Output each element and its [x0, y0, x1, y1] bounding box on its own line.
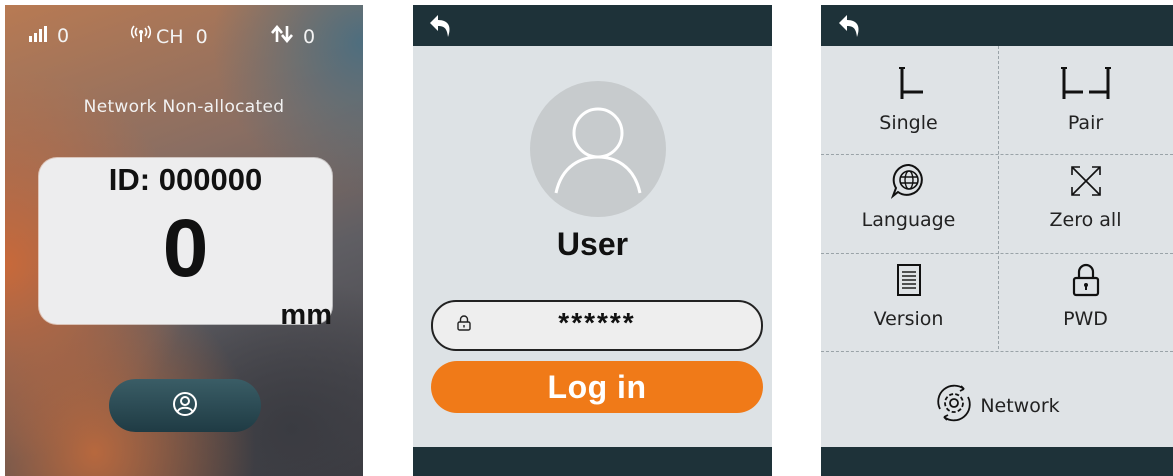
- lock-icon: [1072, 260, 1100, 300]
- measurement-screen: 0 CH 0 0 Network Non-allocated ID: 00000…: [5, 5, 363, 476]
- menu-item-language[interactable]: Language: [821, 155, 996, 254]
- device-id-value: 000000: [158, 162, 263, 197]
- menu-item-pwd[interactable]: PWD: [998, 254, 1173, 353]
- channel-status: CH 0: [130, 25, 208, 48]
- bottom-bar: [821, 447, 1173, 476]
- device-id-label: ID:: [108, 162, 151, 197]
- up-down-arrows-icon: [271, 24, 293, 48]
- login-screen: User ****** Log in: [413, 5, 772, 476]
- top-bar: [413, 5, 772, 46]
- bottom-bar: [413, 447, 772, 476]
- broadcast-icon: [130, 25, 152, 48]
- network-status-message: Network Non-allocated: [83, 97, 285, 117]
- document-icon: [896, 260, 922, 300]
- back-icon[interactable]: [426, 11, 456, 41]
- expand-arrows-icon: [1068, 161, 1104, 201]
- back-icon[interactable]: [835, 11, 865, 41]
- pair-gauge-icon: [1058, 64, 1114, 104]
- avatar: [530, 81, 666, 217]
- menu-label-pwd: PWD: [1063, 308, 1108, 330]
- measurement-value: 0: [162, 203, 209, 294]
- password-value: ******: [558, 307, 636, 338]
- user-icon: [172, 391, 198, 421]
- traffic-value: 0: [303, 25, 316, 48]
- menu-item-pair[interactable]: Pair: [998, 52, 1173, 151]
- user-silhouette-icon: [554, 107, 642, 194]
- username-label: User: [556, 226, 629, 262]
- signal-icon: [29, 25, 47, 47]
- menu-label-version: Version: [873, 308, 944, 330]
- globe-chat-icon: [890, 161, 927, 201]
- menu-item-version[interactable]: Version: [821, 254, 996, 353]
- menu-label-pair: Pair: [1067, 112, 1104, 134]
- user-login-button[interactable]: [109, 379, 261, 432]
- measurement-card: ID: 000000 0 mm: [39, 158, 332, 331]
- single-gauge-icon: [893, 64, 925, 104]
- divider: [998, 46, 999, 349]
- menu-item-zero-all[interactable]: Zero all: [998, 155, 1173, 254]
- menu-label-single: Single: [879, 112, 938, 134]
- device-id: ID: 000000: [39, 162, 332, 198]
- menu-item-network[interactable]: Network: [821, 383, 1173, 428]
- menu-label-language: Language: [861, 209, 956, 231]
- menu-label-zero-all: Zero all: [1049, 209, 1122, 231]
- channel-value: 0: [195, 25, 208, 48]
- status-bar: 0 CH 0 0: [5, 24, 363, 55]
- channel-label: CH: [156, 25, 184, 48]
- login-button[interactable]: Log in: [431, 361, 763, 413]
- signal-status: 0: [29, 25, 69, 47]
- measurement-unit: mm: [280, 299, 332, 331]
- signal-value: 0: [57, 25, 70, 47]
- menu-label-network: Network: [980, 394, 1060, 417]
- password-field[interactable]: ******: [431, 300, 763, 351]
- top-bar: [821, 5, 1173, 46]
- network-settings-icon: [934, 383, 974, 428]
- settings-menu-screen: Single Pair Language Zero all Version PW…: [821, 5, 1173, 476]
- menu-item-single[interactable]: Single: [821, 52, 996, 151]
- settings-grid: Single Pair Language Zero all Version PW…: [821, 46, 1173, 352]
- traffic-status: 0: [271, 24, 316, 48]
